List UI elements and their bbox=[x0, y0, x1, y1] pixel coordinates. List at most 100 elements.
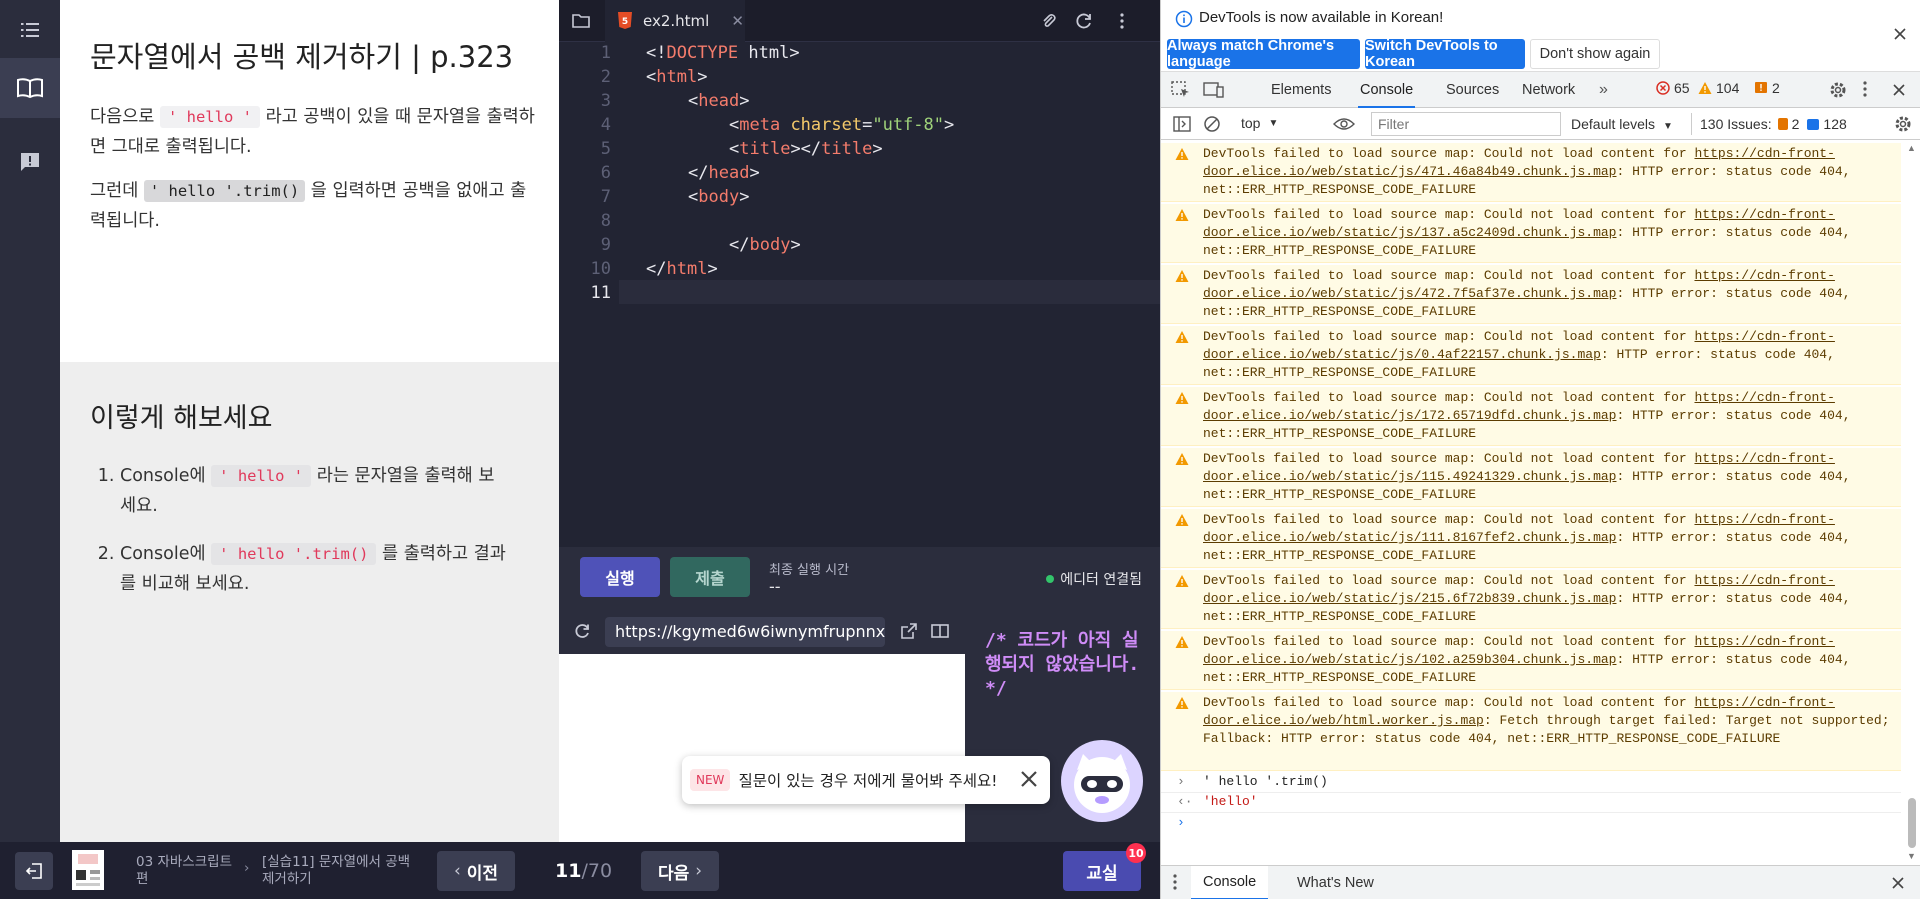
code-token: < bbox=[688, 187, 699, 207]
refresh-icon[interactable] bbox=[1074, 11, 1094, 31]
code-token: > bbox=[697, 67, 708, 87]
dropdown-icon: ▼ bbox=[1268, 117, 1279, 129]
console-warning[interactable]: DevTools failed to load source map: Coul… bbox=[1161, 265, 1901, 324]
line-number: 7 bbox=[600, 187, 611, 207]
console-warning[interactable]: DevTools failed to load source map: Coul… bbox=[1161, 692, 1901, 771]
console-warning[interactable]: DevTools failed to load source map: Coul… bbox=[1161, 570, 1901, 629]
info-count[interactable]: 2 bbox=[1754, 80, 1780, 96]
warning-text: DevTools failed to load source map: Coul… bbox=[1203, 695, 1695, 710]
reload-icon[interactable] bbox=[573, 622, 591, 644]
text: Console에 bbox=[120, 466, 206, 486]
exit-icon[interactable] bbox=[15, 852, 53, 890]
more-tabs-icon[interactable]: » bbox=[1599, 72, 1608, 108]
devtools-drawer: Console What's New bbox=[1161, 865, 1920, 899]
drawer-tab-console[interactable]: Console bbox=[1191, 866, 1269, 899]
close-icon[interactable] bbox=[1893, 27, 1907, 46]
console-warning[interactable]: DevTools failed to load source map: Coul… bbox=[1161, 326, 1901, 385]
console-settings-icon[interactable] bbox=[1894, 115, 1912, 138]
devtools-panel: DevTools is now available in Korean! Alw… bbox=[1160, 0, 1920, 899]
assistant-mascot-icon[interactable] bbox=[1061, 740, 1143, 822]
inspect-element-icon[interactable] bbox=[1171, 81, 1191, 104]
code-token: <! bbox=[646, 43, 667, 63]
console-prompt-input[interactable]: › bbox=[1161, 813, 1901, 863]
split-view-icon[interactable] bbox=[931, 623, 949, 643]
preview-url-field[interactable]: https://kgymed6w6iwnymfrupnnx5 bbox=[605, 617, 885, 647]
switch-to-korean-button[interactable]: Switch DevTools to Korean bbox=[1365, 38, 1525, 70]
code-token: > bbox=[789, 43, 800, 63]
menu-icon[interactable] bbox=[0, 0, 60, 60]
scroll-up-icon[interactable]: ▲ bbox=[1907, 143, 1916, 153]
console-warning[interactable]: DevTools failed to load source map: Coul… bbox=[1161, 143, 1901, 202]
more-vertical-icon[interactable] bbox=[1173, 874, 1177, 895]
context-selector[interactable]: top ▼ bbox=[1241, 115, 1278, 131]
editor-connection-status: 에디터 연결됨 bbox=[1046, 569, 1142, 589]
tab-network[interactable]: Network bbox=[1522, 72, 1575, 108]
code-token: head bbox=[708, 163, 750, 183]
tab-sources[interactable]: Sources bbox=[1446, 72, 1499, 108]
line-number: 11 bbox=[590, 283, 611, 303]
sidebar-toggle-icon[interactable] bbox=[1173, 116, 1191, 137]
scrollbar-thumb[interactable] bbox=[1908, 798, 1916, 848]
device-toolbar-icon[interactable] bbox=[1203, 81, 1225, 104]
console-warning[interactable]: DevTools failed to load source map: Coul… bbox=[1161, 631, 1901, 690]
chevron-left-icon: ‹ bbox=[453, 861, 461, 881]
assistant-bubble[interactable]: NEW 질문이 있는 경우 저에게 물어봐 주세요! bbox=[682, 756, 1050, 804]
prev-button[interactable]: ‹ 이전 bbox=[437, 851, 515, 891]
eye-icon[interactable] bbox=[1333, 116, 1355, 137]
console-output[interactable]: DevTools failed to load source map: Coul… bbox=[1161, 141, 1901, 865]
more-vertical-icon[interactable] bbox=[1863, 81, 1867, 102]
settings-gear-icon[interactable] bbox=[1829, 81, 1847, 104]
console-warning[interactable]: DevTools failed to load source map: Coul… bbox=[1161, 387, 1901, 446]
dont-show-again-button[interactable]: Don't show again bbox=[1530, 39, 1660, 69]
console-warning[interactable]: DevTools failed to load source map: Coul… bbox=[1161, 509, 1901, 568]
line-number: 2 bbox=[600, 67, 611, 87]
line-number: 10 bbox=[590, 259, 611, 279]
scroll-down-icon[interactable]: ▼ bbox=[1907, 851, 1916, 861]
dropdown-icon: ▼ bbox=[1662, 121, 1673, 132]
console-input-echo[interactable]: › ' hello '.trim() bbox=[1161, 772, 1901, 793]
log-levels-dropdown[interactable]: Default levels ▼ bbox=[1571, 116, 1673, 132]
close-icon[interactable] bbox=[1020, 770, 1038, 792]
open-external-icon[interactable] bbox=[901, 623, 917, 643]
issues-counter[interactable]: 130 Issues: 2 128 bbox=[1691, 113, 1847, 135]
close-icon[interactable]: ✕ bbox=[731, 12, 744, 30]
error-count[interactable]: 65 bbox=[1656, 80, 1690, 96]
warning-count-value: 104 bbox=[1716, 80, 1740, 96]
feedback-icon[interactable] bbox=[0, 132, 60, 192]
console-warning[interactable]: DevTools failed to load source map: Coul… bbox=[1161, 204, 1901, 263]
close-devtools-icon[interactable] bbox=[1892, 83, 1906, 102]
breadcrumb-lesson[interactable]: [실습11] 문자열에서 공백 제거하기 bbox=[262, 854, 412, 888]
run-button[interactable]: 실행 bbox=[580, 557, 660, 597]
prev-label: 이전 bbox=[466, 863, 499, 884]
input-chevron-icon: › bbox=[1177, 774, 1185, 789]
submit-button[interactable]: 제출 bbox=[670, 557, 750, 597]
code-token: < bbox=[729, 139, 740, 159]
code-token: "utf-8" bbox=[872, 115, 944, 135]
console-warning[interactable]: DevTools failed to load source map: Coul… bbox=[1161, 448, 1901, 507]
book-icon[interactable] bbox=[0, 58, 60, 118]
warning-count[interactable]: 104 bbox=[1698, 80, 1739, 96]
editor-file-tab[interactable]: 5 ex2.html ✕ bbox=[605, 0, 745, 42]
code-editor[interactable]: 5 ex2.html ✕ 1 2 3 4 5 6 7 8 9 10 11 <!D… bbox=[559, 0, 1160, 547]
tab-elements[interactable]: Elements bbox=[1271, 72, 1331, 108]
text: Console에 bbox=[120, 544, 206, 564]
code-line: <!DOCTYPE html> bbox=[646, 43, 800, 63]
page-current: 11 bbox=[555, 860, 582, 882]
next-button[interactable]: 다음 › bbox=[641, 851, 719, 891]
error-icon bbox=[1656, 81, 1670, 95]
breadcrumb-separator-icon: › bbox=[244, 860, 250, 876]
clear-console-icon[interactable] bbox=[1203, 115, 1221, 138]
match-chrome-language-button[interactable]: Always match Chrome's language bbox=[1167, 38, 1360, 70]
breadcrumb-chapter[interactable]: 03 자바스크립트 편 bbox=[136, 854, 236, 888]
drawer-tab-whats-new[interactable]: What's New bbox=[1297, 866, 1374, 899]
folder-icon[interactable] bbox=[571, 11, 591, 31]
console-filter-input[interactable]: Filter bbox=[1371, 112, 1561, 136]
console-scrollbar[interactable]: ▲ ▼ bbox=[1907, 143, 1917, 863]
attach-icon[interactable] bbox=[1039, 11, 1059, 31]
more-vertical-icon[interactable] bbox=[1112, 11, 1132, 31]
editor-tabbar: 5 ex2.html ✕ bbox=[559, 0, 1160, 42]
lesson-content: 문자열에서 공백 제거하기 | p.323 다음으로 ' hello ' 라고 … bbox=[60, 0, 559, 362]
console-result[interactable]: ‹· 'hello' bbox=[1161, 792, 1901, 813]
tab-console[interactable]: Console bbox=[1358, 72, 1416, 108]
close-drawer-icon[interactable] bbox=[1891, 876, 1905, 895]
